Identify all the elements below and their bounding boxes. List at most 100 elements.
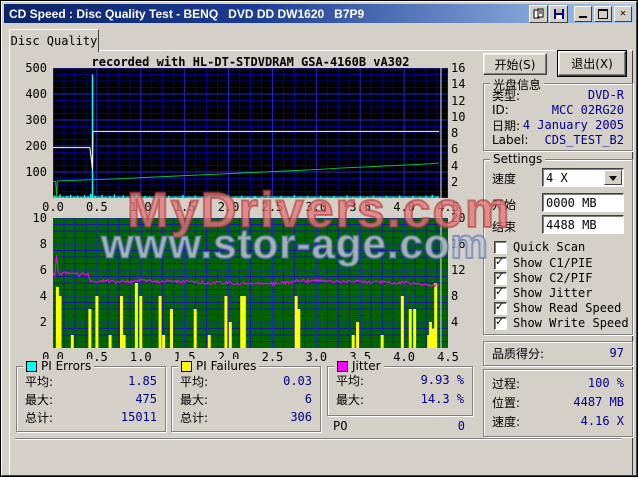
axis-tick-label: 10 <box>32 211 47 225</box>
close-icon: ✕ <box>619 7 627 19</box>
axis-tick-label: 400 <box>25 87 47 101</box>
chart2-left-axis: 10 8 6 4 2 <box>17 211 49 348</box>
axis-tick-label: 4.0 <box>393 200 415 214</box>
disc-label-row: Label: CDS_TEST_B2 <box>492 133 624 147</box>
save-icon <box>553 8 564 19</box>
axis-tick-label: 1.0 <box>129 350 152 364</box>
tab-label: Disc Quality <box>10 34 98 48</box>
close-button[interactable]: ✕ <box>614 5 632 22</box>
end-pos-field[interactable]: 4488 MB <box>542 215 624 234</box>
recorded-with-text: recorded with HL-DT-STDVDRAM GSA-4160B v… <box>91 55 410 69</box>
axis-tick-label: 2 <box>39 315 47 329</box>
show-read-speed-checkbox[interactable]: Show Read Speed <box>494 300 621 315</box>
axis-tick-label: 6 <box>39 263 47 277</box>
axis-tick-label: 10 <box>451 109 466 124</box>
speed-row: 速度: 4.16 X <box>492 414 624 429</box>
checkbox-icon[interactable] <box>494 300 507 315</box>
pi-errors-title: PI Errors <box>23 359 95 373</box>
start-pos-field[interactable]: 0000 MB <box>542 193 624 212</box>
axis-tick-label: 0.5 <box>86 200 108 214</box>
save-button[interactable] <box>549 4 568 23</box>
pi-failures-title: PI Failures <box>178 359 260 373</box>
pi-errors-total-row: 总计: 15011 <box>25 410 157 425</box>
axis-tick-label: 20 <box>451 211 466 225</box>
pi-errors-swatch-icon <box>26 360 37 372</box>
axis-tick-label: 8 <box>451 289 459 303</box>
axis-tick-label: 16 <box>451 237 466 251</box>
pi-errors-avg-row: 平均: 1.85 <box>25 374 157 389</box>
chevron-down-icon[interactable] <box>604 170 622 185</box>
jitter-swatch-icon <box>337 360 348 372</box>
disc-info-group: 光盘信息 类型: DVD-R ID: MCC 02RG20 日期: 4 January… <box>483 76 633 151</box>
progress-group: 过程: 100 % 位置: 4487 MB 速度: 4.16 X <box>483 369 633 437</box>
end-pos-label: 结束 <box>492 220 517 234</box>
axis-tick-label: 8 <box>39 237 47 251</box>
divider <box>15 438 621 440</box>
pi-failures-max-row: 最大: 6 <box>180 392 312 407</box>
checkbox-icon[interactable] <box>494 240 507 254</box>
show-write-speed-checkbox[interactable]: Show Write Speed <box>494 315 629 330</box>
axis-tick-label: 14 <box>451 77 466 92</box>
axis-tick-label: 16 <box>451 61 466 75</box>
position-row: 位置: 4487 MB <box>492 395 624 410</box>
axis-tick-label: 2 <box>451 174 459 189</box>
axis-tick-label: 500 <box>25 61 47 75</box>
jitter-panel: Jitter 平均: 9.93 % 最大: 14.3 % <box>327 359 473 416</box>
chart1-right-axis: 16 14 12 10 8 6 4 2 <box>451 61 483 198</box>
disc-date-row: 日期: 4 January 2005 <box>492 118 624 133</box>
axis-tick-label: 4 <box>451 158 459 173</box>
chart2-right-axis: 20 16 12 8 4 <box>451 211 483 348</box>
checkbox-icon[interactable] <box>494 255 507 270</box>
window-title: CD Speed : Disc Quality Test - BENQ DVD … <box>9 6 365 21</box>
axis-tick-label: 4 <box>451 315 459 329</box>
axis-tick-label: 200 <box>25 139 47 153</box>
pi-failures-swatch-icon <box>181 360 192 372</box>
checkbox-icon[interactable] <box>494 270 507 285</box>
exit-button[interactable]: 退出(X) <box>557 50 627 77</box>
quality-score-row: 品质得分: 97 <box>492 346 624 361</box>
axis-tick-label: 1.0 <box>129 200 152 214</box>
disc-type-row: 类型: DVD-R <box>492 88 624 103</box>
axis-tick-label: 100 <box>25 165 47 179</box>
settings-title: Settings <box>490 152 546 166</box>
show-c1pie-checkbox[interactable]: Show C1/PIE <box>494 255 592 270</box>
speed-combobox[interactable]: 4 X <box>542 168 624 187</box>
axis-tick-label: 4.5 <box>437 350 459 364</box>
axis-tick-label: 4.0 <box>393 350 415 364</box>
axis-tick-label: 12 <box>451 263 466 277</box>
axis-tick-label: 12 <box>451 93 466 108</box>
quick-scan-checkbox[interactable]: Quick Scan <box>494 240 585 254</box>
report-icon <box>533 8 543 18</box>
tab-disc-quality[interactable]: Disc Quality <box>9 29 99 52</box>
quality-score-group: 品质得分: 97 <box>483 341 633 366</box>
axis-tick-label: 2.5 <box>261 350 284 364</box>
app-window: CD Speed : Disc Quality Test - BENQ DVD … <box>0 0 638 477</box>
po-row: PO 0 <box>333 419 465 433</box>
start-button[interactable]: 开始(S) <box>483 53 547 75</box>
axis-tick-label: 8 <box>451 126 459 140</box>
show-jitter-checkbox[interactable]: Show Jitter <box>494 285 592 300</box>
pi-failures-panel: PI Failures 平均: 0.03 最大: 6 总计: 306 <box>171 359 321 432</box>
axis-tick-label: 4 <box>39 289 47 303</box>
checkbox-icon[interactable] <box>494 315 507 330</box>
checkbox-icon[interactable] <box>494 285 507 300</box>
axis-tick-label: 1.5 <box>173 200 196 214</box>
chart1-x-axis: 0.0 0.5 1.0 1.5 2.0 2.5 3.0 3.5 4.0 4.5 <box>42 200 459 214</box>
pi-failures-total-row: 总计: 306 <box>180 410 312 425</box>
axis-tick-label: 6 <box>451 142 459 157</box>
maximize-button[interactable] <box>594 5 612 22</box>
chart1-plot <box>53 68 448 198</box>
pi-errors-max-row: 最大: 475 <box>25 392 157 407</box>
chart2-plot <box>53 218 448 348</box>
start-pos-label: 开始 <box>492 198 517 212</box>
minimize-button[interactable] <box>574 5 592 22</box>
pi-errors-panel: PI Errors 平均: 1.85 最大: 475 总计: 15011 <box>16 359 166 432</box>
title-bar[interactable]: CD Speed : Disc Quality Test - BENQ DVD … <box>4 4 634 23</box>
maximize-icon <box>598 8 608 19</box>
progress-row: 过程: 100 % <box>492 376 624 391</box>
axis-tick-label: 3.0 <box>305 200 328 214</box>
report-button[interactable] <box>529 4 548 23</box>
speed-label: 速度 <box>492 172 517 186</box>
pi-failures-avg-row: 平均: 0.03 <box>180 374 312 389</box>
show-c2pif-checkbox[interactable]: Show C2/PIF <box>494 270 592 285</box>
